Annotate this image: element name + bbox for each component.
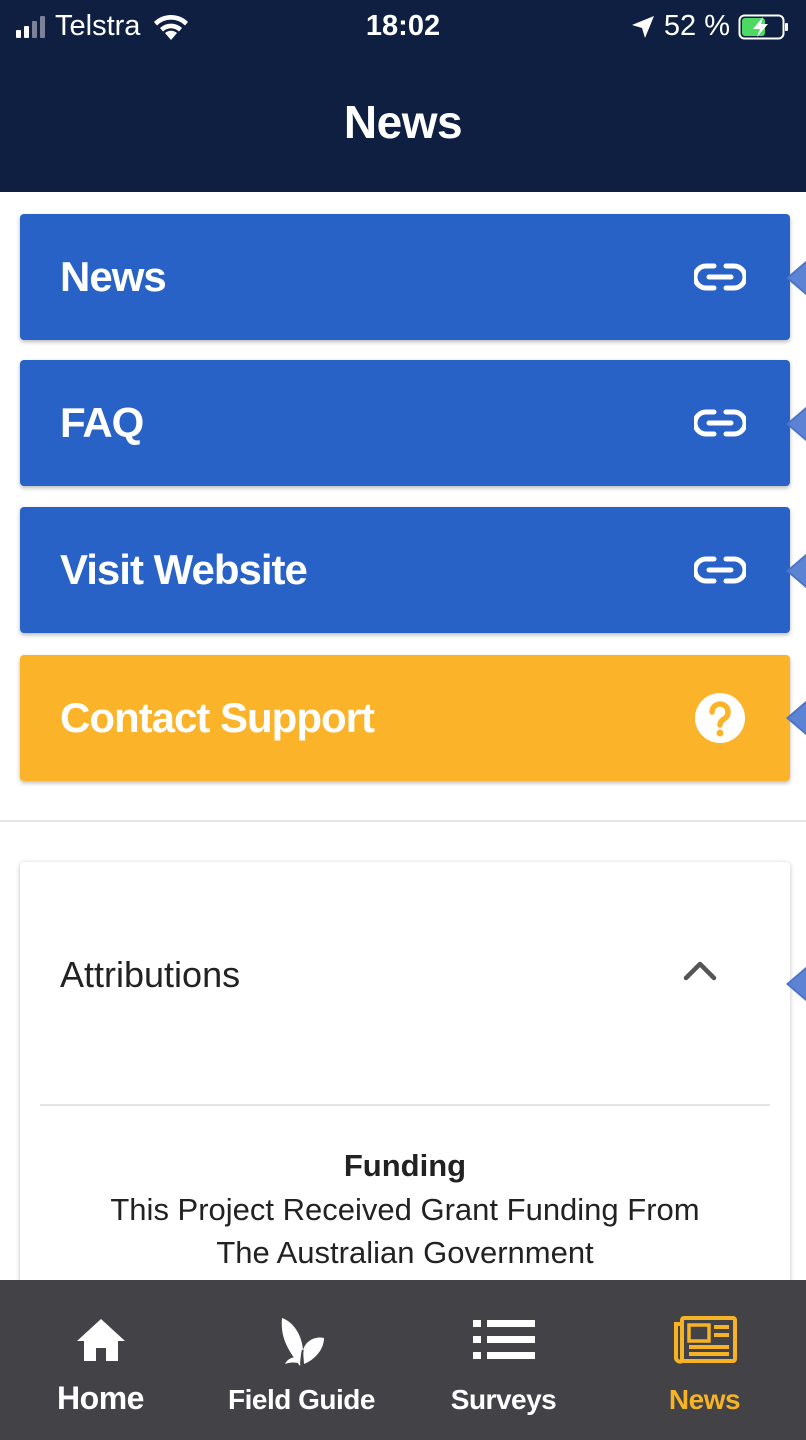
news-link-label: News xyxy=(60,253,167,300)
tab-surveys-label: Surveys xyxy=(450,1384,557,1415)
visit-website-link-button[interactable]: Visit Website xyxy=(20,507,790,633)
status-bar: Telstra 18:02 52 % xyxy=(0,0,806,52)
tab-home[interactable]: Home xyxy=(0,1280,201,1440)
callout-pointer xyxy=(786,694,806,742)
bottom-tab-bar: Home Field Guide Surveys News xyxy=(0,1280,806,1440)
newspaper-icon xyxy=(604,1310,805,1370)
visit-website-link-label: Visit Website xyxy=(60,546,308,593)
tab-field-guide-label: Field Guide xyxy=(228,1384,375,1415)
attributions-title[interactable]: Attributions xyxy=(60,954,240,996)
location-arrow-icon xyxy=(631,15,654,38)
callout-pointer xyxy=(786,254,806,302)
chevron-up-icon[interactable] xyxy=(682,958,718,982)
butterfly-icon xyxy=(201,1310,402,1370)
page-title: News xyxy=(343,96,463,148)
link-icon xyxy=(694,251,746,303)
callout-pointer xyxy=(786,960,806,1008)
battery-percent: 52 % xyxy=(663,10,730,42)
status-right: 52 % xyxy=(630,10,790,43)
battery-charging-icon xyxy=(738,14,788,39)
card-divider xyxy=(40,1104,770,1106)
faq-link-label: FAQ xyxy=(60,399,144,446)
contact-support-button[interactable]: Contact Support xyxy=(20,655,790,781)
callout-pointer xyxy=(786,400,806,448)
home-icon xyxy=(0,1310,201,1370)
funding-line-2: The Australian Government xyxy=(216,1235,594,1270)
app-header: Telstra 18:02 52 % News xyxy=(0,0,806,192)
link-icon xyxy=(694,544,746,596)
tab-news-label: News xyxy=(668,1384,741,1415)
attribution-content: Funding This Project Received Grant Fund… xyxy=(20,1148,790,1274)
callout-pointer xyxy=(786,547,806,595)
faq-link-button[interactable]: FAQ xyxy=(20,360,790,486)
list-icon xyxy=(403,1310,604,1370)
tab-surveys[interactable]: Surveys xyxy=(403,1280,604,1440)
tab-field-guide[interactable]: Field Guide xyxy=(201,1280,402,1440)
link-icon xyxy=(694,397,746,449)
tab-home-label: Home xyxy=(57,1380,144,1416)
tab-news[interactable]: News xyxy=(604,1280,805,1440)
section-divider xyxy=(0,820,806,822)
contact-support-label: Contact Support xyxy=(60,694,375,741)
news-link-button[interactable]: News xyxy=(20,214,790,340)
funding-heading: Funding xyxy=(343,1148,467,1183)
funding-line-1: This Project Received Grant Funding From xyxy=(110,1192,700,1227)
question-circle-icon xyxy=(694,692,746,744)
